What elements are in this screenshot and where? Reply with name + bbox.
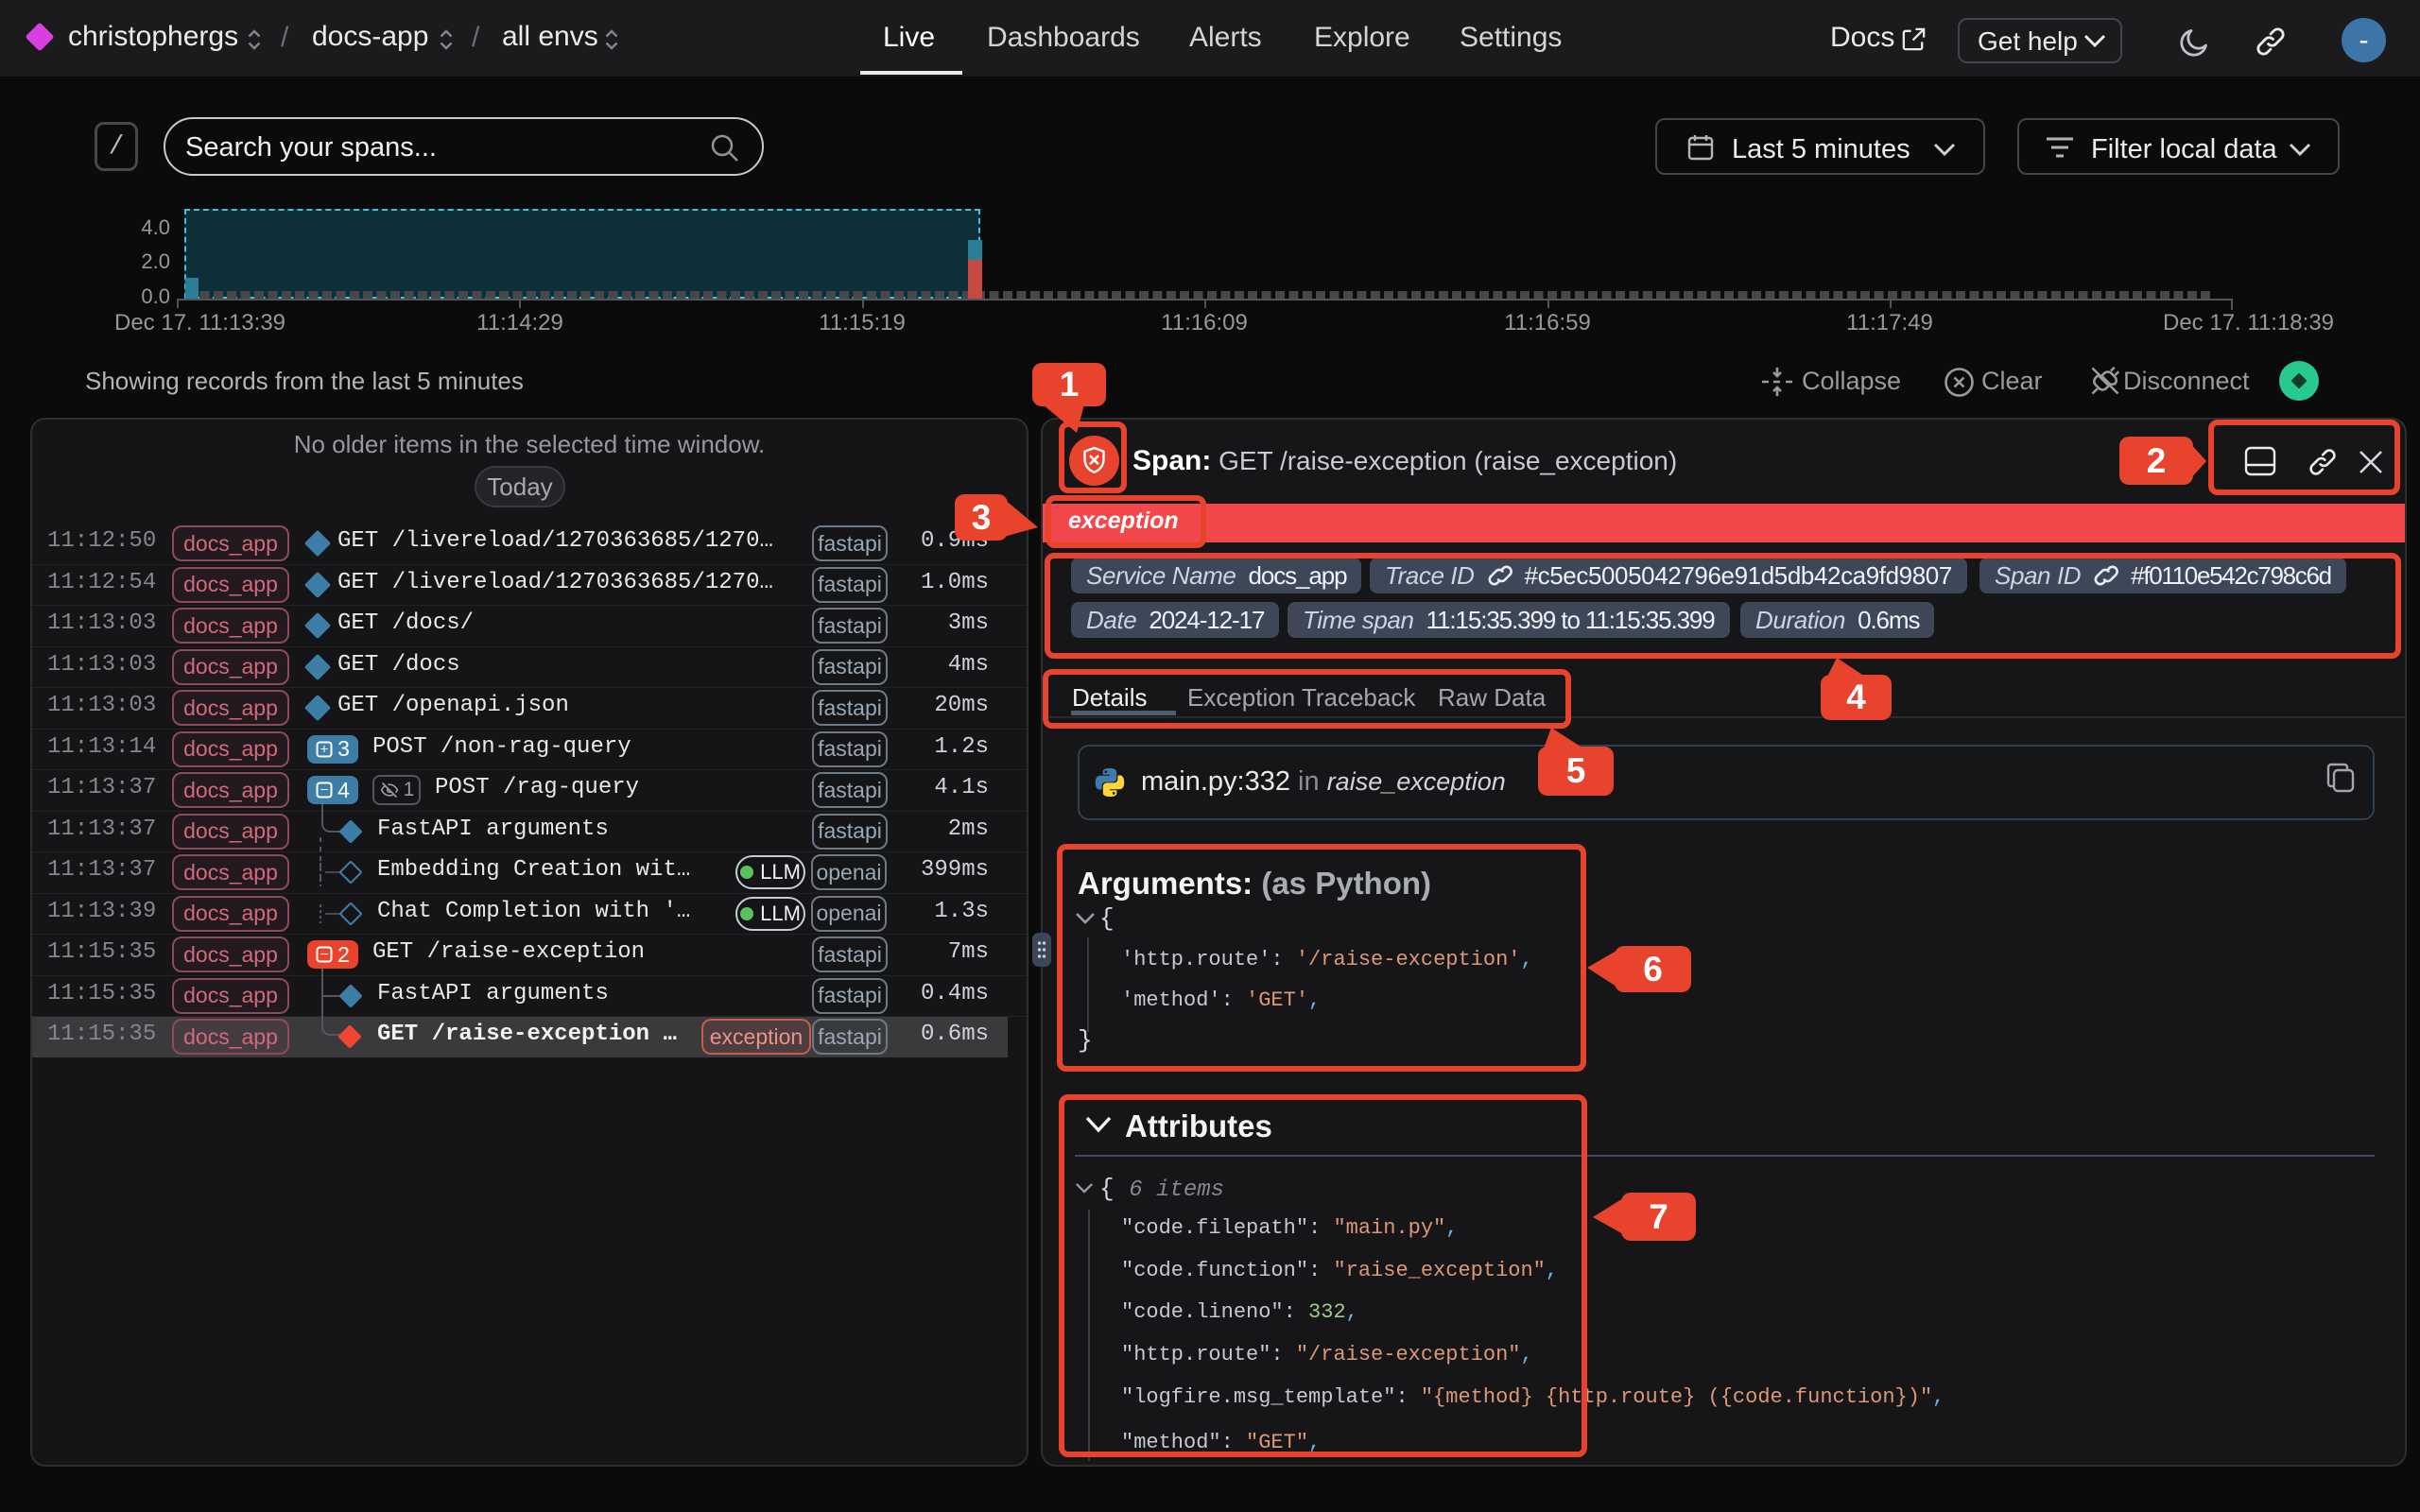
svg-text:−: −	[320, 947, 329, 963]
svg-text:+: +	[320, 741, 329, 757]
svg-text:−: −	[320, 782, 329, 799]
